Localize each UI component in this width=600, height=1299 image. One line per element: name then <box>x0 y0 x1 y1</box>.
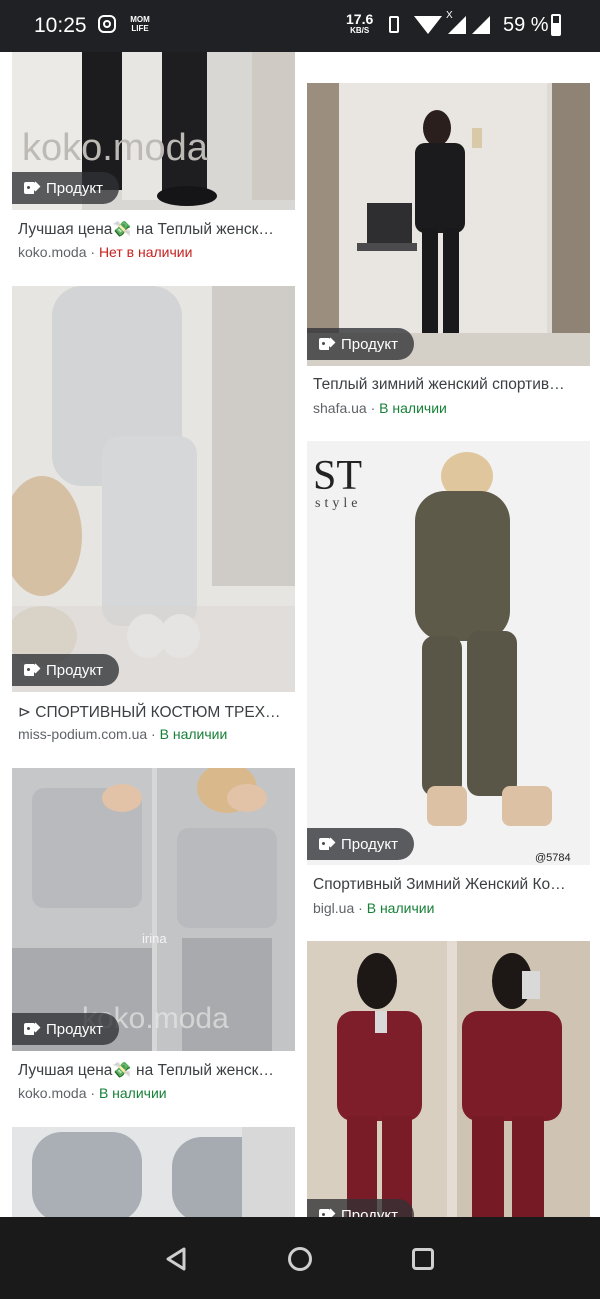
product-badge-label: Продукт <box>341 835 398 853</box>
meta-separator: · <box>151 726 160 742</box>
vibrate-icon <box>389 16 399 33</box>
meta-separator: · <box>358 900 367 916</box>
product-image[interactable] <box>307 83 590 366</box>
result-meta: koko.moda · Нет в наличии <box>18 244 192 260</box>
home-icon[interactable] <box>288 1247 312 1271</box>
availability-status: В наличии <box>379 400 447 416</box>
product-image[interactable]: ST style @5784 <box>307 441 590 865</box>
result-source[interactable]: koko.moda <box>18 1085 86 1101</box>
product-badge-label: Продукт <box>46 1020 103 1038</box>
instagram-notification-icon <box>98 15 116 33</box>
result-card[interactable]: Продукт ⊳ СПОРТИВНЫЙ КОСТЮМ ТРЕХ… miss-p… <box>12 286 295 746</box>
meta-separator: · <box>370 400 380 416</box>
availability-status: В наличии <box>159 726 228 742</box>
back-icon[interactable] <box>165 1247 187 1271</box>
result-source[interactable]: koko.moda <box>18 244 86 260</box>
product-badge-label: Продукт <box>341 1206 398 1218</box>
result-title[interactable]: Лучшая цена💸 на Теплый женск… <box>18 220 274 239</box>
availability-status: Нет в наличии <box>98 244 193 260</box>
product-badge-label: Продукт <box>46 179 103 197</box>
wifi-icon <box>414 16 442 34</box>
momlife-notification-icon: MOM LIFE <box>130 15 150 33</box>
brand-logo-sub: style <box>315 496 361 511</box>
availability-status: В наличии <box>366 900 435 916</box>
product-image[interactable]: irina koko.moda <box>12 768 295 1051</box>
product-badge: Продукт <box>12 1013 119 1045</box>
network-speed: 17.6 KB/S <box>346 11 374 35</box>
tag-icon <box>24 182 38 194</box>
result-title[interactable]: ⊳ СПОРТИВНЫЙ КОСТЮМ ТРЕХ… <box>18 703 281 722</box>
product-badge-label: Продукт <box>341 335 398 353</box>
product-image[interactable] <box>307 941 590 1217</box>
status-bar: 10:25 MOM LIFE 17.6 KB/S X 59 % <box>0 0 600 52</box>
meta-separator: · <box>90 1085 99 1101</box>
tag-icon <box>24 664 38 676</box>
photo-caption: irina <box>142 931 167 946</box>
result-card[interactable]: irina koko.moda Продукт Лучшая цена💸 на … <box>12 768 295 1108</box>
image-results-grid: koko.moda Продукт Лучшая цена💸 на Теплый… <box>0 52 600 1217</box>
result-meta: miss-podium.com.ua · В наличии <box>18 726 227 742</box>
battery-percent: 59 % <box>503 14 549 36</box>
product-badge: Продукт <box>307 828 414 860</box>
result-meta: koko.moda · В наличии <box>18 1085 167 1101</box>
tag-icon <box>319 838 333 850</box>
tag-icon <box>319 1209 333 1217</box>
status-time: 10:25 <box>34 14 87 37</box>
battery-icon <box>551 14 561 36</box>
tag-icon <box>319 338 333 350</box>
result-card[interactable]: koko.moda Продукт Лучшая цена💸 на Теплый… <box>12 52 295 270</box>
result-title[interactable]: Теплый зимний женский спортив… <box>313 376 565 394</box>
result-source[interactable]: miss-podium.com.ua <box>18 726 147 742</box>
availability-status: В наличии <box>98 1085 167 1101</box>
product-image[interactable] <box>12 1127 295 1217</box>
result-source[interactable]: bigl.ua <box>313 900 354 916</box>
product-badge: Продукт <box>12 172 119 204</box>
product-badge-label: Продукт <box>46 661 103 679</box>
product-badge: Продукт <box>307 328 414 360</box>
result-meta: bigl.ua · В наличии <box>313 900 434 916</box>
meta-separator: · <box>90 244 99 260</box>
watermark: koko.moda <box>22 127 209 169</box>
result-card[interactable] <box>12 1127 295 1217</box>
result-card[interactable]: Продукт <box>307 941 590 1217</box>
recents-icon[interactable] <box>412 1248 434 1270</box>
result-title[interactable]: Лучшая цена💸 на Теплый женск… <box>18 1061 274 1080</box>
tag-icon <box>24 1023 38 1035</box>
photo-code: @5784 <box>535 852 571 864</box>
result-title[interactable]: Спортивный Зимний Женский Ко… <box>313 876 566 894</box>
signal-icon <box>448 16 466 34</box>
result-meta: shafa.ua · В наличии <box>313 400 447 416</box>
signal-icon-2 <box>472 16 490 34</box>
product-badge: Продукт <box>12 654 119 686</box>
result-source[interactable]: shafa.ua <box>313 400 367 416</box>
brand-logo: ST <box>313 453 362 499</box>
result-card[interactable]: Продукт Теплый зимний женский спортив… s… <box>307 83 590 423</box>
result-card[interactable]: ST style @5784 Продукт Спортивный Зимний… <box>307 441 590 921</box>
product-badge: Продукт <box>307 1199 414 1217</box>
product-image[interactable] <box>12 286 295 692</box>
